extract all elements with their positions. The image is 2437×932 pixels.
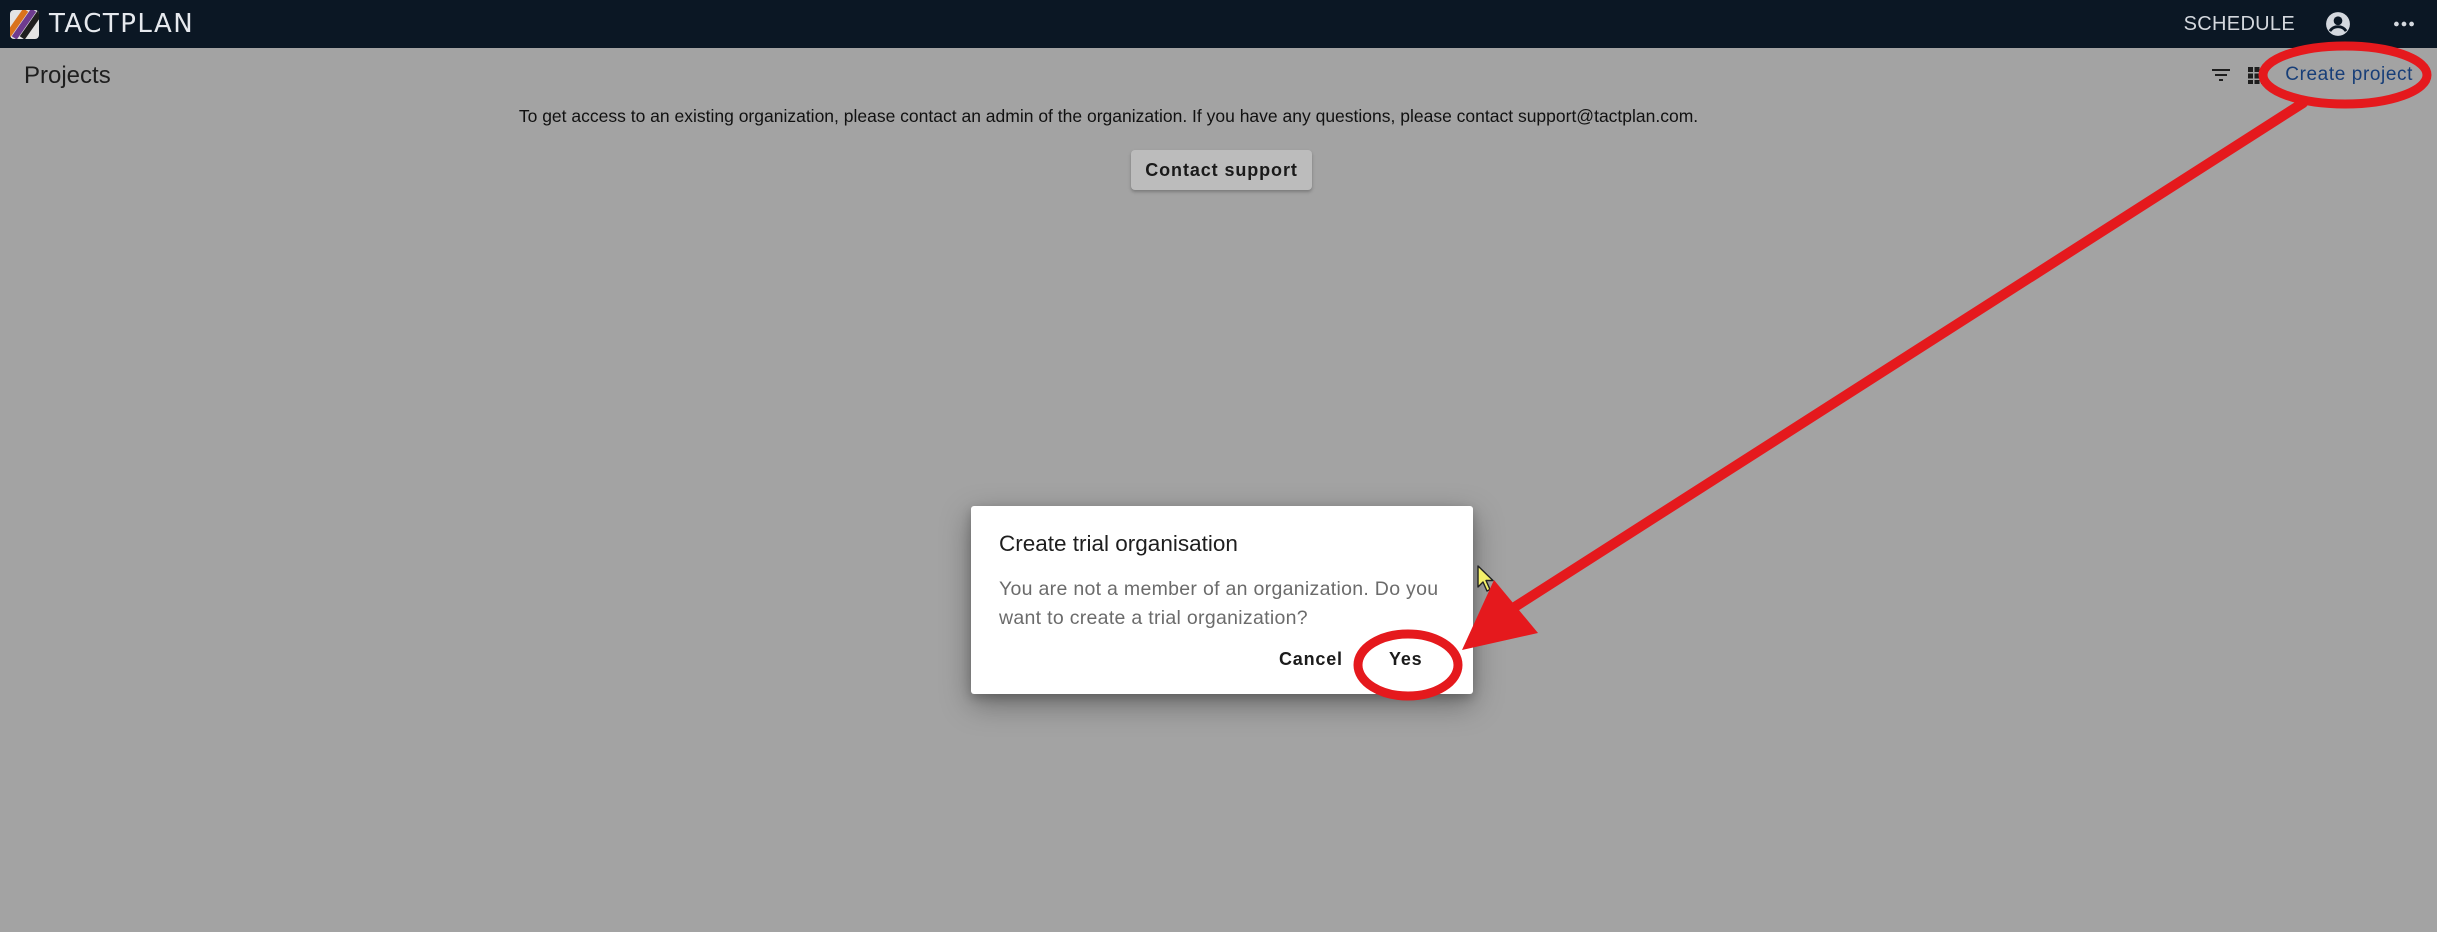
app-name: TACTPLAN: [49, 9, 195, 39]
page-title: Projects: [24, 62, 111, 89]
app-logo[interactable]: TACTPLAN: [10, 9, 194, 39]
account-circle-icon[interactable]: [2325, 11, 2351, 37]
more-horizontal-icon[interactable]: [2391, 11, 2417, 37]
contact-support-button[interactable]: Contact support: [1131, 150, 1312, 190]
grid-view-icon[interactable]: [2245, 63, 2269, 87]
top-app-bar: TACTPLAN SCHEDULE: [0, 0, 2437, 48]
projects-toolbar: Create project: [2209, 60, 2415, 90]
schedule-link[interactable]: SCHEDULE: [2184, 13, 2295, 36]
mouse-cursor-icon: [1477, 565, 1494, 592]
dialog-title: Create trial organisation: [999, 531, 1238, 556]
dialog-message: You are not a member of an organization.…: [999, 578, 1439, 629]
tactplan-logo-icon: [10, 9, 39, 39]
cancel-button[interactable]: Cancel: [1279, 649, 1343, 670]
create-project-button[interactable]: Create project: [2283, 60, 2415, 90]
access-info-text: To get access to an existing organizatio…: [518, 106, 1699, 126]
filter-icon[interactable]: [2209, 63, 2233, 87]
yes-button[interactable]: Yes: [1389, 649, 1422, 670]
